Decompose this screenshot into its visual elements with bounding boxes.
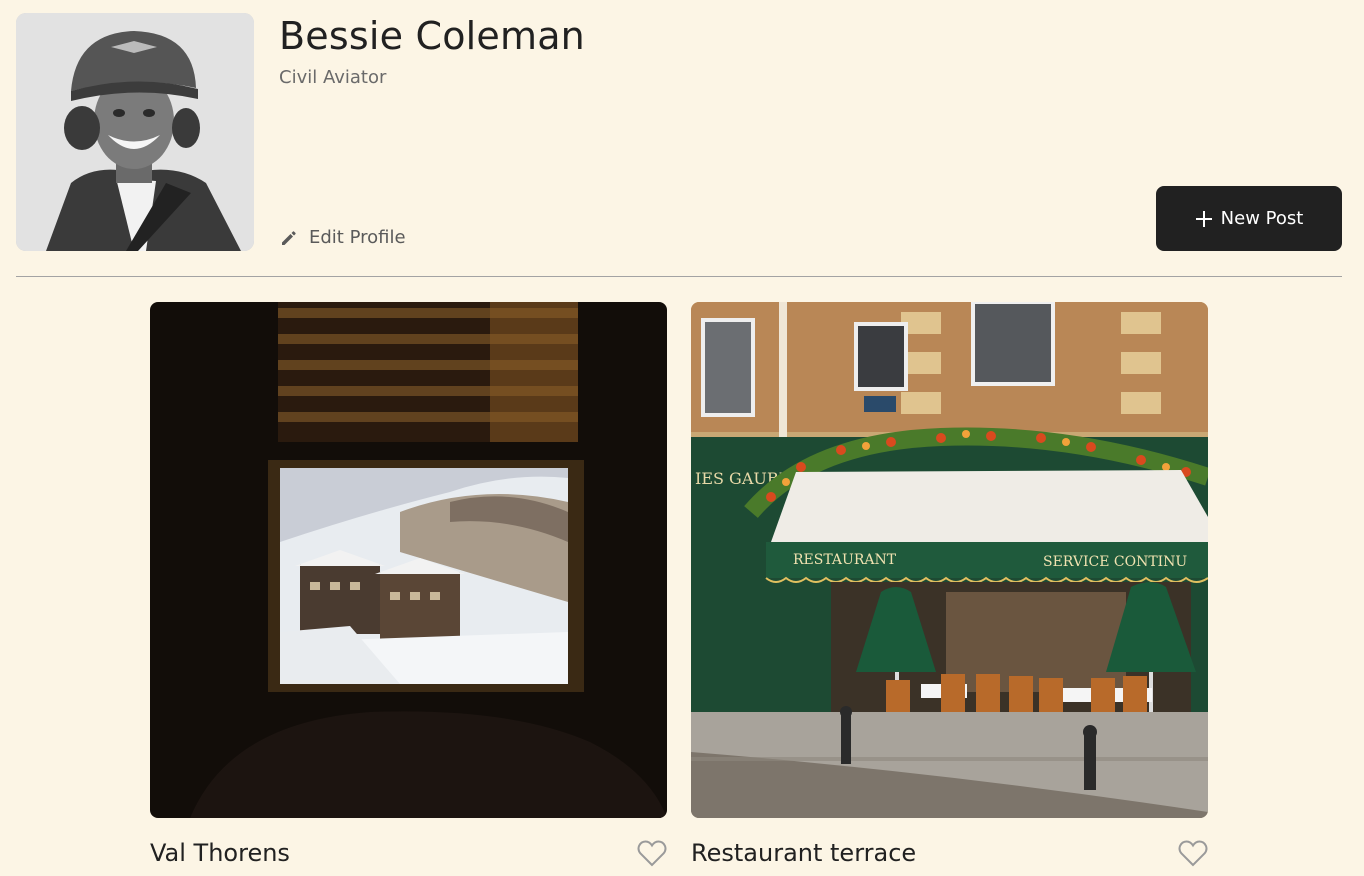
profile-name: Bessie Coleman (279, 14, 585, 58)
plus-icon (1195, 210, 1212, 227)
heart-icon (1178, 840, 1208, 867)
svg-text:SERVICE CONTINU: SERVICE CONTINU (1043, 554, 1187, 570)
profile-page: Bessie Coleman Civil Aviator Edit Profil… (0, 0, 1364, 876)
card-image[interactable]: IES GAUBERT RESTAURANT SERVICE CONTINU (691, 302, 1208, 818)
new-post-label: New Post (1220, 208, 1304, 229)
pencil-icon (282, 231, 296, 245)
svg-text:RESTAURANT: RESTAURANT (793, 552, 897, 568)
profile-job: Civil Aviator (279, 67, 387, 88)
edit-profile-label: Edit Profile (309, 227, 406, 248)
header-divider (16, 276, 1342, 277)
edit-profile-button[interactable]: Edit Profile (279, 226, 406, 250)
card: Val Thorens (150, 302, 667, 876)
card-title: Restaurant terrace (691, 839, 917, 867)
heart-icon (637, 840, 667, 867)
card-footer: Restaurant terrace (691, 818, 1208, 876)
card-image[interactable] (150, 302, 667, 818)
card-footer: Val Thorens (150, 818, 667, 876)
restaurant-terrace-photo-icon: IES GAUBERT RESTAURANT SERVICE CONTINU (691, 302, 1208, 818)
card-title: Val Thorens (150, 839, 290, 867)
val-thorens-photo-icon (150, 302, 667, 818)
avatar-photo-icon (16, 13, 254, 251)
like-button[interactable] (1178, 839, 1208, 867)
profile-avatar (16, 13, 254, 251)
profile-section: Bessie Coleman Civil Aviator Edit Profil… (16, 13, 1342, 251)
like-button[interactable] (637, 839, 667, 867)
card: IES GAUBERT RESTAURANT SERVICE CONTINU R… (691, 302, 1208, 876)
new-post-button[interactable]: New Post (1156, 186, 1342, 251)
